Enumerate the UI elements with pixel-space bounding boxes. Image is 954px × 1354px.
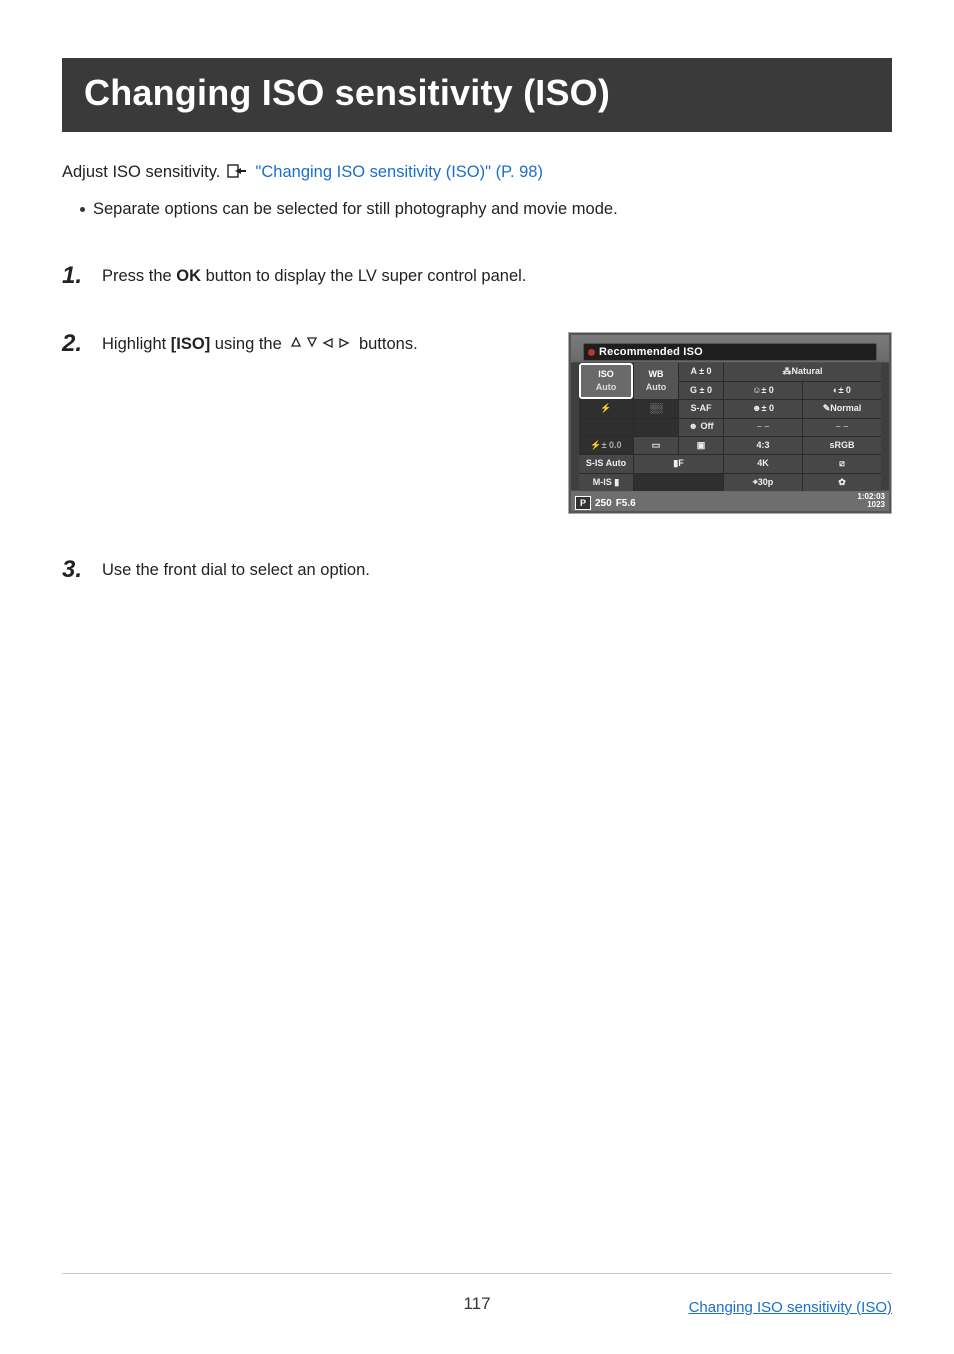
face-priority-cell: ☻ Off — [679, 419, 723, 436]
highlight-cell: ⧄ — [803, 455, 881, 472]
record-dot-icon — [588, 349, 595, 356]
drive-cell: ▭ — [634, 437, 678, 454]
step-1: 1 Press the OK button to display the LV … — [62, 264, 892, 289]
m-is-cell: M-IS ▮ — [579, 474, 633, 491]
dash-cell: – – — [803, 419, 881, 436]
title-bar: Changing ISO sensitivity (ISO) — [62, 58, 892, 132]
bullet-text: Separate options can be selected for sti… — [93, 197, 618, 222]
contrast-cell: ◐± 0 — [803, 382, 881, 399]
step-number: 2 — [62, 332, 88, 356]
sharp-cell: ☺± 0 — [724, 382, 802, 399]
step-3: 3 Use the front dial to select an option… — [62, 558, 892, 583]
image-quality-cell: ▮F — [634, 455, 723, 472]
steps-list: 1 Press the OK button to display the LV … — [62, 264, 892, 584]
empty-cell — [579, 419, 633, 436]
pointer-icon — [226, 162, 248, 187]
af-area-preview: ░░ — [634, 400, 678, 417]
step-number: 1 — [62, 264, 88, 288]
g-shift-cell: G ± 0 — [679, 382, 723, 399]
panel-header: Recommended ISO — [583, 343, 877, 361]
panel-footer: P 250 F5.6 — [569, 493, 891, 513]
gradation-cell: ✎Normal — [803, 400, 881, 417]
flash-slot-icon: ⚡ — [579, 400, 633, 417]
shots-remaining: 1023 — [857, 501, 885, 510]
assign-cell: ✿ — [803, 474, 881, 491]
step-text: Press the OK button to display the LV su… — [102, 264, 892, 289]
panel-header-text: Recommended ISO — [599, 344, 703, 361]
step-text: Highlight [ISO] using the buttons. — [102, 332, 548, 514]
mode-badge: P — [575, 496, 591, 510]
footer-section-link[interactable]: Changing ISO sensitivity (ISO) — [689, 1299, 892, 1316]
page-footer: 117 Changing ISO sensitivity (ISO) — [62, 1273, 892, 1314]
aperture-value: F5.6 — [616, 496, 636, 511]
flash-comp-cell: ⚡± 0.0 — [579, 437, 633, 454]
step-text: Use the front dial to select an option. — [102, 558, 892, 583]
page-number: 117 — [463, 1294, 490, 1314]
intro-paragraph: Adjust ISO sensitivity. "Changing ISO se… — [62, 160, 892, 187]
empty-cell — [634, 474, 723, 491]
wb-cell: WB Auto — [634, 363, 678, 399]
movie-fps-cell: ⌖30p — [724, 474, 802, 491]
movie-res-cell: 4K — [724, 455, 802, 472]
dpad-icon — [288, 334, 352, 360]
iso-cell: ISO Auto — [579, 363, 633, 399]
bullet-dot-icon — [80, 207, 85, 212]
page-title: Changing ISO sensitivity (ISO) — [84, 72, 870, 114]
empty-cell — [634, 419, 678, 436]
saturation-cell: ☻± 0 — [724, 400, 802, 417]
bullet-item: Separate options can be selected for sti… — [62, 197, 892, 222]
a-shift-cell: A ± 0 — [679, 363, 723, 380]
step-number: 3 — [62, 558, 88, 582]
metering-cell: ▣ — [679, 437, 723, 454]
colorspace-cell: sRGB — [803, 437, 881, 454]
intro-prefix: Adjust ISO sensitivity. — [62, 163, 220, 181]
dash-cell: – – — [724, 419, 802, 436]
aspect-cell: 4:3 — [724, 437, 802, 454]
step-2: 2 Highlight [ISO] using the buttons. Rec… — [62, 332, 892, 514]
page: Changing ISO sensitivity (ISO) Adjust IS… — [0, 0, 954, 1354]
panel-grid: ISO Auto WB Auto A ± 0 ⁂Natural G ± 0 ☺±… — [579, 363, 881, 491]
af-mode-cell: S-AF — [679, 400, 723, 417]
picture-mode-cell: ⁂Natural — [724, 363, 881, 380]
shutter-value: 250 — [595, 496, 612, 511]
crossref-link[interactable]: "Changing ISO sensitivity (ISO)" (P. 98) — [256, 163, 543, 181]
s-is-cell: S-IS Auto — [579, 455, 633, 472]
panel-footer-right: 1:02:03 1023 — [857, 493, 885, 511]
lv-control-panel-figure: Recommended ISO ISO Auto WB Auto A ± 0 ⁂… — [568, 332, 892, 514]
